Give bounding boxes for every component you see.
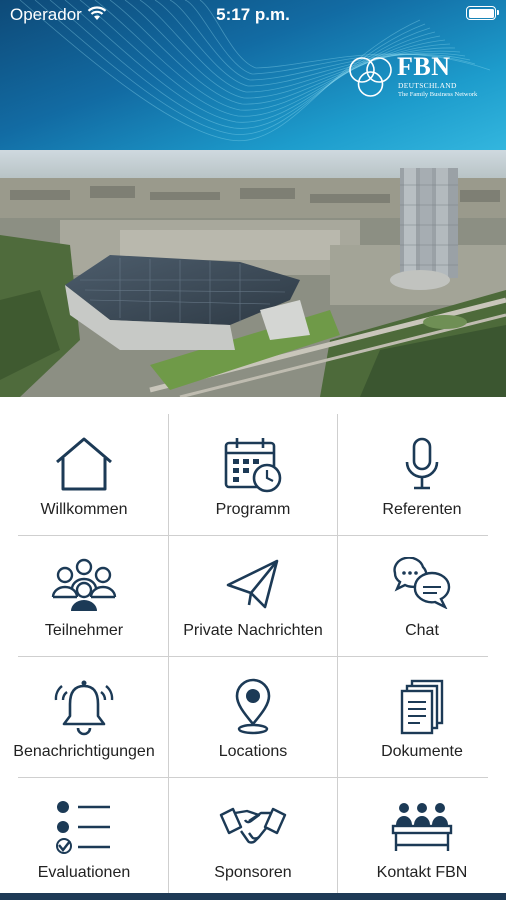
paper-plane-icon bbox=[226, 559, 279, 609]
calendar-clock-icon bbox=[224, 438, 282, 493]
menu-item-locations[interactable]: Locations bbox=[169, 656, 337, 777]
menu-item-label: Dokumente bbox=[381, 743, 463, 760]
menu-item-programm[interactable]: Programm bbox=[169, 414, 337, 535]
menu-item-label: Teilnehmer bbox=[44, 622, 124, 639]
menu-item-label: Locations bbox=[218, 743, 288, 760]
home-icon bbox=[56, 437, 112, 491]
logo-tagline: The Family Business Network bbox=[398, 91, 478, 98]
menu-item-label: Referenten bbox=[382, 501, 462, 518]
bell-icon bbox=[54, 680, 114, 736]
menu-item-teilnehmer[interactable]: Teilnehmer bbox=[0, 535, 168, 656]
logo-brand: FBN bbox=[397, 52, 451, 81]
menu-item-dokumente[interactable]: Dokumente bbox=[338, 656, 506, 777]
bottom-bar bbox=[0, 893, 506, 900]
menu-item-private-nachrichten[interactable]: Private Nachrichten bbox=[169, 535, 337, 656]
logo-subtitle: DEUTSCHLAND bbox=[398, 81, 457, 90]
menu-item-label: Kontakt FBN bbox=[376, 864, 468, 881]
menu-item-label: Benachrichtigungen bbox=[13, 743, 155, 760]
menu-item-label: Private Nachrichten bbox=[183, 622, 323, 639]
clock: 5:17 p.m. bbox=[216, 5, 290, 24]
handshake-icon bbox=[219, 807, 287, 844]
app-header: Operador 5:17 p.m. FBN DEUTSCHLAND The F… bbox=[0, 0, 506, 150]
group-icon bbox=[51, 558, 117, 611]
checklist-icon bbox=[56, 801, 110, 854]
menu-item-sponsoren[interactable]: Sponsoren bbox=[169, 777, 337, 898]
hero-photo bbox=[0, 150, 506, 397]
microphone-icon bbox=[405, 437, 439, 490]
fbn-logo: FBN DEUTSCHLAND The Family Business Netw… bbox=[347, 53, 502, 103]
menu-item-label: Programm bbox=[215, 501, 291, 518]
battery-icon bbox=[466, 6, 499, 20]
documents-icon bbox=[400, 679, 444, 735]
menu-item-kontakt-fbn[interactable]: Kontakt FBN bbox=[338, 777, 506, 898]
menu-item-label: Chat bbox=[405, 622, 439, 639]
menu-item-label: Sponsoren bbox=[214, 864, 292, 881]
map-pin-icon bbox=[235, 678, 271, 735]
team-table-icon bbox=[391, 803, 453, 851]
menu-item-chat[interactable]: Chat bbox=[338, 535, 506, 656]
menu-item-label: Willkommen bbox=[40, 501, 128, 518]
menu-item-evaluationen[interactable]: Evaluationen bbox=[0, 777, 168, 898]
chat-bubbles-icon bbox=[393, 557, 451, 609]
status-bar: Operador 5:17 p.m. bbox=[0, 0, 506, 30]
menu-item-referenten[interactable]: Referenten bbox=[338, 414, 506, 535]
menu-item-benachrichtigungen[interactable]: Benachrichtigungen bbox=[0, 656, 168, 777]
menu-item-label: Evaluationen bbox=[37, 864, 131, 881]
menu-item-willkommen[interactable]: Willkommen bbox=[0, 414, 168, 535]
